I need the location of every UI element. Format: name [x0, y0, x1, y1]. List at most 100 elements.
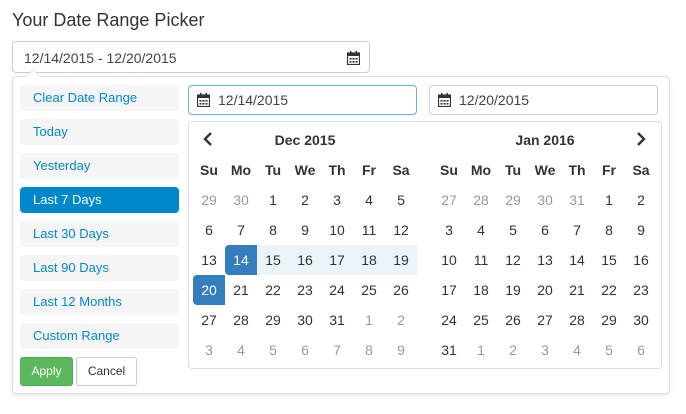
calendar-day[interactable]: 26 — [385, 275, 417, 305]
calendar-day[interactable]: 15 — [593, 245, 625, 275]
calendar-day[interactable]: 30 — [625, 305, 657, 335]
calendar-day[interactable]: 24 — [321, 275, 353, 305]
calendar-day[interactable]: 28 — [225, 305, 257, 335]
calendar-day[interactable]: 28 — [465, 185, 497, 215]
calendar-day[interactable]: 13 — [529, 245, 561, 275]
calendar-day[interactable]: 18 — [353, 245, 385, 275]
calendar-day[interactable]: 17 — [321, 245, 353, 275]
calendar-day[interactable]: 6 — [289, 335, 321, 365]
calendar-day[interactable]: 14 — [561, 245, 593, 275]
calendar-day[interactable]: 23 — [625, 275, 657, 305]
calendar-day[interactable]: 31 — [561, 185, 593, 215]
calendar-day[interactable]: 2 — [289, 185, 321, 215]
calendar-day[interactable]: 7 — [321, 335, 353, 365]
calendar-day[interactable]: 16 — [625, 245, 657, 275]
calendar-day[interactable]: 11 — [353, 215, 385, 245]
calendar-day[interactable]: 15 — [257, 245, 289, 275]
calendar-day[interactable]: 5 — [593, 335, 625, 365]
calendar-day[interactable]: 7 — [561, 215, 593, 245]
calendar-day[interactable]: 21 — [225, 275, 257, 305]
calendar-day[interactable]: 14 — [225, 245, 257, 275]
calendar-day[interactable]: 9 — [385, 335, 417, 365]
next-month-icon[interactable] — [636, 131, 646, 149]
calendar-day[interactable]: 4 — [465, 215, 497, 245]
prev-month-icon[interactable] — [203, 131, 213, 149]
calendar-day[interactable]: 24 — [433, 305, 465, 335]
cancel-button[interactable]: Cancel — [76, 357, 137, 386]
apply-button[interactable]: Apply — [20, 357, 73, 386]
calendar-day[interactable]: 19 — [385, 245, 417, 275]
calendar-day[interactable]: 5 — [385, 185, 417, 215]
calendar-day[interactable]: 25 — [353, 275, 385, 305]
calendar-day[interactable]: 2 — [385, 305, 417, 335]
calendar-day[interactable]: 12 — [385, 215, 417, 245]
calendar-day[interactable]: 20 — [193, 275, 225, 305]
calendar-day[interactable]: 29 — [593, 305, 625, 335]
calendar-day[interactable]: 1 — [353, 305, 385, 335]
range-last-12-months[interactable]: Last 12 Months — [20, 289, 179, 315]
range-today[interactable]: Today — [20, 119, 179, 145]
range-last-90-days[interactable]: Last 90 Days — [20, 255, 179, 281]
calendar-day[interactable]: 7 — [225, 215, 257, 245]
calendar-day[interactable]: 5 — [497, 215, 529, 245]
start-date-input[interactable]: 12/14/2015 — [188, 85, 417, 115]
calendar-day[interactable]: 27 — [193, 305, 225, 335]
calendar-day[interactable]: 27 — [433, 185, 465, 215]
calendar-day[interactable]: 4 — [353, 185, 385, 215]
range-yesterday[interactable]: Yesterday — [20, 153, 179, 179]
calendar-day[interactable]: 21 — [561, 275, 593, 305]
calendar-day[interactable]: 30 — [289, 305, 321, 335]
range-clear-date-range[interactable]: Clear Date Range — [20, 85, 179, 111]
calendar-day[interactable]: 2 — [625, 185, 657, 215]
calendar-day[interactable]: 2 — [497, 335, 529, 365]
calendar-day[interactable]: 26 — [497, 305, 529, 335]
calendar-day[interactable]: 6 — [193, 215, 225, 245]
calendar-day[interactable]: 9 — [289, 215, 321, 245]
calendar-day[interactable]: 13 — [193, 245, 225, 275]
calendar-day[interactable]: 29 — [193, 185, 225, 215]
calendar-day[interactable]: 25 — [465, 305, 497, 335]
calendar-day[interactable]: 20 — [529, 275, 561, 305]
calendar-day[interactable]: 28 — [561, 305, 593, 335]
calendar-day[interactable]: 9 — [625, 215, 657, 245]
calendar-day[interactable]: 8 — [593, 215, 625, 245]
calendar-day[interactable]: 12 — [497, 245, 529, 275]
calendar-day[interactable]: 3 — [321, 185, 353, 215]
calendar-day[interactable]: 19 — [497, 275, 529, 305]
calendar-day[interactable]: 5 — [257, 335, 289, 365]
calendar-day[interactable]: 17 — [433, 275, 465, 305]
calendar-day[interactable]: 4 — [561, 335, 593, 365]
calendar-day[interactable]: 30 — [529, 185, 561, 215]
calendar-day[interactable]: 31 — [321, 305, 353, 335]
calendar-day[interactable]: 3 — [193, 335, 225, 365]
range-last-30-days[interactable]: Last 30 Days — [20, 221, 179, 247]
calendar-day[interactable]: 8 — [353, 335, 385, 365]
calendar-day[interactable]: 22 — [593, 275, 625, 305]
calendar-day[interactable]: 1 — [257, 185, 289, 215]
calendar-day[interactable]: 23 — [289, 275, 321, 305]
calendar-day[interactable]: 16 — [289, 245, 321, 275]
range-custom-range[interactable]: Custom Range — [20, 323, 179, 349]
calendar-day[interactable]: 27 — [529, 305, 561, 335]
calendar-day[interactable]: 3 — [529, 335, 561, 365]
calendar-day[interactable]: 10 — [433, 245, 465, 275]
calendar-day[interactable]: 3 — [433, 215, 465, 245]
calendar-day[interactable]: 31 — [433, 335, 465, 365]
date-range-input[interactable]: 12/14/2015 - 12/20/2015 — [12, 41, 370, 73]
end-date-input[interactable]: 12/20/2015 — [429, 85, 658, 115]
calendar-day[interactable]: 6 — [529, 215, 561, 245]
calendar-day[interactable]: 22 — [257, 275, 289, 305]
calendar-day[interactable]: 6 — [625, 335, 657, 365]
calendar-day[interactable]: 30 — [225, 185, 257, 215]
calendar-day[interactable]: 11 — [465, 245, 497, 275]
calendar-day[interactable]: 1 — [465, 335, 497, 365]
calendar-day[interactable]: 8 — [257, 215, 289, 245]
calendar-day[interactable]: 10 — [321, 215, 353, 245]
calendar-icon[interactable] — [346, 51, 361, 70]
calendar-day[interactable]: 29 — [257, 305, 289, 335]
calendar-day[interactable]: 18 — [465, 275, 497, 305]
calendar-day[interactable]: 4 — [225, 335, 257, 365]
calendar-day[interactable]: 1 — [593, 185, 625, 215]
range-last-7-days[interactable]: Last 7 Days — [20, 187, 179, 213]
calendar-day[interactable]: 29 — [497, 185, 529, 215]
